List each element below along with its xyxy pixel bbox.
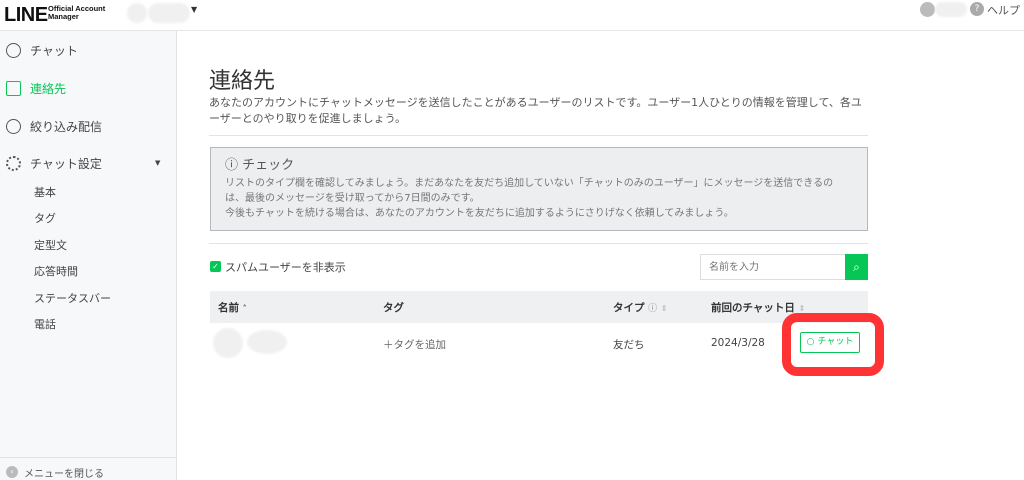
table-row bbox=[210, 323, 868, 361]
notice-title: チェック bbox=[242, 158, 295, 173]
user-avatar[interactable] bbox=[213, 328, 243, 358]
gear-icon bbox=[6, 156, 21, 171]
sidebar-sub-basic[interactable]: 基本 bbox=[34, 184, 56, 200]
user-name[interactable] bbox=[935, 2, 967, 17]
logo-subtitle: Official Account Manager bbox=[48, 4, 106, 21]
sidebar-sub-phone[interactable]: 電話 bbox=[34, 316, 56, 332]
add-tag-button[interactable]: ＋タグを追加 bbox=[383, 337, 446, 352]
hide-spam-label[interactable]: スパムユーザーを非表示 bbox=[225, 259, 346, 275]
name-search-input[interactable] bbox=[700, 254, 846, 280]
last-chat-date: 2024/3/28 bbox=[711, 337, 765, 349]
sidebar-sub-statusbar[interactable]: ステータスバー bbox=[34, 290, 111, 306]
help-icon[interactable]: ? bbox=[970, 2, 984, 16]
highlight-annotation bbox=[782, 313, 884, 376]
user-type: 友だち bbox=[613, 339, 645, 351]
sort-icon: ⇕ bbox=[660, 304, 668, 313]
sidebar-item-label: 連絡先 bbox=[30, 82, 67, 96]
line-logo[interactable]: LINE bbox=[4, 4, 48, 27]
sort-asc-icon[interactable]: ˄ bbox=[243, 304, 247, 313]
column-type[interactable]: タイプ ⓘ ⇕ bbox=[613, 300, 668, 315]
chevron-down-icon[interactable]: ▼ bbox=[155, 159, 160, 167]
sidebar-sub-tags[interactable]: タグ bbox=[34, 210, 56, 226]
collapse-icon[interactable]: ‹ bbox=[6, 466, 18, 478]
sidebar-item-label: 絞り込み配信 bbox=[30, 120, 103, 134]
close-menu-button[interactable]: メニューを閉じる bbox=[24, 465, 104, 480]
sidebar-item-contacts[interactable]: 連絡先 bbox=[6, 80, 66, 97]
sidebar bbox=[0, 31, 177, 480]
help-link[interactable]: ヘルプ bbox=[987, 2, 1020, 18]
page-title: 連絡先 bbox=[209, 69, 276, 94]
account-avatar[interactable] bbox=[127, 3, 147, 23]
user-name[interactable] bbox=[247, 330, 287, 354]
chat-bubble-icon bbox=[6, 43, 21, 58]
header: LINE Official Account Manager ▼ ? ヘルプ bbox=[0, 0, 1024, 31]
help-icon[interactable]: ⓘ bbox=[648, 304, 657, 314]
page-description: あなたのアカウントにチャットメッセージを送信したことがあるユーザーのリストです。… bbox=[209, 96, 862, 125]
notice-text: 今後もチャットを続ける場合は、あなたのアカウントを友だちに追加するようにさりげな… bbox=[225, 208, 734, 219]
sidebar-item-label: チャット bbox=[30, 44, 78, 58]
contact-icon bbox=[6, 81, 21, 96]
check-notice: ⓘ チェック リストのタイプ欄を確認してみましょう。まだあなたを友だち追加してい… bbox=[210, 147, 868, 231]
sidebar-item-broadcast[interactable]: 絞り込み配信 bbox=[6, 118, 102, 135]
broadcast-icon bbox=[6, 119, 21, 134]
user-icon[interactable] bbox=[920, 2, 935, 17]
search-icon: ⌕ bbox=[853, 260, 860, 274]
sidebar-item-chat[interactable]: チャット bbox=[6, 42, 78, 59]
column-tag: タグ bbox=[383, 302, 404, 314]
sidebar-item-chat-settings[interactable]: チャット設定 bbox=[6, 155, 102, 172]
sort-icon: ⇕ bbox=[798, 304, 806, 313]
divider bbox=[0, 457, 177, 458]
column-last-chat[interactable]: 前回のチャット日 ⇕ bbox=[711, 300, 805, 315]
divider bbox=[209, 135, 868, 136]
sidebar-sub-hours[interactable]: 応答時間 bbox=[34, 263, 78, 279]
column-name[interactable]: 名前 ˄ bbox=[218, 300, 247, 315]
search-button[interactable]: ⌕ bbox=[845, 254, 868, 280]
sidebar-sub-templates[interactable]: 定型文 bbox=[34, 237, 67, 253]
account-dropdown-icon[interactable]: ▼ bbox=[191, 5, 197, 14]
divider bbox=[209, 243, 868, 244]
account-name[interactable] bbox=[148, 3, 190, 23]
sidebar-item-label: チャット設定 bbox=[30, 157, 102, 171]
info-icon: ⓘ bbox=[225, 158, 239, 173]
notice-text: リストのタイプ欄を確認してみましょう。まだあなたを友だち追加していない「チャット… bbox=[225, 178, 834, 204]
hide-spam-checkbox[interactable]: ✓ bbox=[210, 261, 221, 272]
